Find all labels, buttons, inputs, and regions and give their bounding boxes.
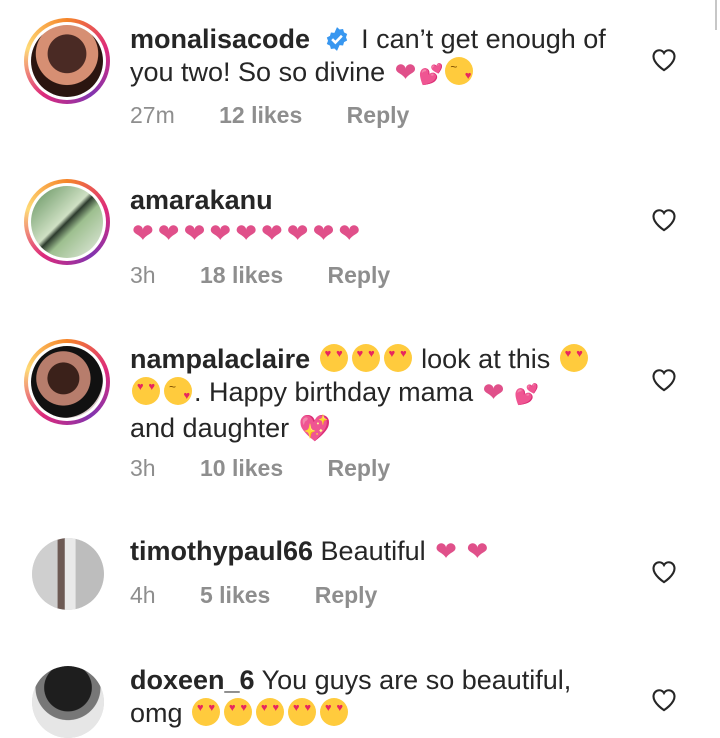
comment-text: nampalaclaire look at this . Happy birth… — [130, 343, 630, 445]
heart-emoji-icon: ❤ — [482, 377, 505, 407]
avatar[interactable] — [24, 339, 110, 425]
avatar[interactable] — [32, 538, 104, 610]
heart-emoji-icon: ❤ — [132, 218, 156, 248]
reply-button[interactable]: Reply — [347, 102, 410, 128]
comment-username[interactable]: doxeen_6 — [130, 665, 255, 695]
avatar[interactable] — [24, 179, 110, 265]
heart-eyes-emoji-icon — [256, 698, 285, 726]
comment-meta: 27m 12 likes Reply — [130, 102, 447, 129]
comment-body: Beautiful — [320, 536, 426, 566]
kiss-emoji-icon — [445, 57, 474, 85]
heart-emoji-icon: ❤ — [209, 218, 234, 248]
heart-eyes-emoji-icon — [320, 698, 349, 726]
comment-text: monalisacode I can’t get enough of you t… — [130, 23, 630, 92]
scrollbar[interactable] — [715, 0, 717, 30]
comment-username[interactable]: monalisacode — [130, 24, 310, 54]
heart-eyes-emoji-icon — [559, 344, 588, 372]
heart-emoji-icon: ❤ — [235, 218, 259, 248]
avatar[interactable] — [24, 18, 110, 104]
comment-text: amarakanu — [130, 184, 630, 217]
heart-emoji-icon: ❤ — [394, 57, 417, 87]
heart-outline-icon[interactable] — [650, 686, 678, 712]
comment-time: 3h — [130, 262, 156, 288]
heart-outline-icon[interactable] — [650, 558, 678, 584]
comment-body: look at this — [421, 344, 551, 374]
comment-username[interactable]: timothypaul66 — [130, 536, 313, 566]
comment-likes[interactable]: 12 likes — [219, 102, 302, 128]
comment-body: and daughter — [130, 413, 290, 443]
heart-emoji-icon: ❤ — [312, 218, 337, 248]
comment-meta: 3h 18 likes Reply — [130, 262, 428, 289]
comment-text: timothypaul66 Beautiful ❤ ❤ — [130, 535, 630, 568]
heart-eyes-emoji-icon — [351, 344, 380, 372]
heart-eyes-emoji-icon — [383, 344, 412, 372]
comment-body: . Happy birthday mama — [194, 377, 474, 407]
heart-outline-icon[interactable] — [650, 206, 678, 232]
avatar[interactable] — [32, 666, 104, 738]
comment-username[interactable]: nampalaclaire — [130, 344, 310, 374]
comment-username[interactable]: amarakanu — [130, 185, 273, 215]
heart-outline-icon[interactable] — [650, 46, 678, 72]
heart-eyes-emoji-icon — [319, 344, 348, 372]
comment-text: doxeen_6 You guys are so beautiful, omg — [130, 664, 630, 730]
comment-likes[interactable]: 5 likes — [200, 582, 270, 608]
heart-emoji-icon: 💕 — [418, 64, 444, 86]
comment-time: 27m — [130, 102, 175, 128]
heart-emoji-icon: ❤ — [286, 218, 311, 248]
reply-button[interactable]: Reply — [315, 582, 378, 608]
comment-time: 3h — [130, 455, 156, 481]
verified-badge-icon — [326, 27, 347, 51]
heart-emoji-icon: ❤ — [466, 536, 489, 566]
heart-emoji-icon: ❤ — [157, 218, 182, 248]
heart-emoji-icon: ❤ — [338, 218, 363, 248]
heart-emoji-icon: ❤ — [435, 536, 457, 566]
comment-time: 4h — [130, 582, 156, 608]
kiss-emoji-icon — [164, 377, 192, 405]
heart-eyes-emoji-icon — [224, 698, 253, 726]
heart-eyes-emoji-icon — [288, 698, 317, 726]
reply-button[interactable]: Reply — [328, 262, 391, 288]
heart-emoji-icon: ❤ — [183, 218, 208, 248]
heart-emoji-icon: ❤ — [260, 218, 285, 248]
comment-body-cont: omg — [130, 698, 183, 728]
comment-hearts: ❤❤❤❤❤❤❤❤❤ — [130, 217, 630, 250]
comment-meta: 4h 5 likes Reply — [130, 582, 415, 609]
comment-likes[interactable]: 10 likes — [200, 455, 283, 481]
comment-likes[interactable]: 18 likes — [200, 262, 283, 288]
heart-eyes-emoji-icon — [192, 698, 221, 726]
heart-emoji-icon: 💕 — [513, 384, 539, 406]
heart-eyes-emoji-icon — [132, 377, 160, 405]
sparkle-heart-emoji-icon: 💖 — [298, 413, 332, 443]
comment-body: You guys are so beautiful, — [261, 665, 572, 695]
comment-meta: 3h 10 likes Reply — [130, 455, 428, 482]
reply-button[interactable]: Reply — [328, 455, 391, 481]
heart-outline-icon[interactable] — [650, 366, 678, 392]
